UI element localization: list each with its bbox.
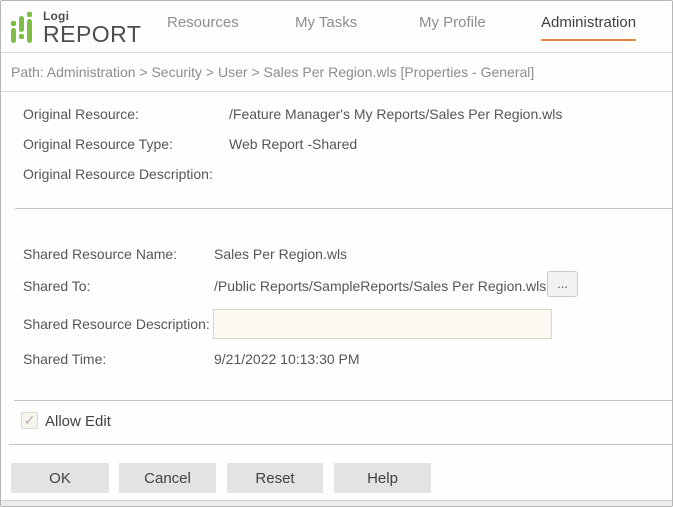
divider: [15, 208, 672, 209]
browse-button[interactable]: ...: [547, 271, 578, 297]
original-resource-type-label: Original Resource Type:: [23, 136, 173, 152]
shared-resource-description-label: Shared Resource Description:: [23, 316, 210, 332]
equalizer-logo-icon: [11, 12, 39, 46]
shared-description-input[interactable]: [213, 309, 552, 339]
shared-resource-name-value: Sales Per Region.wls: [214, 246, 348, 262]
breadcrumb-text: Path: Administration > Security > User >…: [11, 64, 535, 80]
divider: [14, 400, 672, 401]
logo-text-report: REPORT: [43, 21, 142, 47]
allow-edit-label: Allow Edit: [45, 413, 111, 430]
properties-general-page: Logi REPORT Resources My Tasks My Profil…: [0, 0, 673, 507]
ok-button[interactable]: OK: [11, 463, 109, 493]
top-navigation-bar: Logi REPORT Resources My Tasks My Profil…: [1, 1, 672, 52]
nav-tab-administration[interactable]: Administration: [541, 14, 637, 41]
nav-tab-my-tasks[interactable]: My Tasks: [295, 14, 357, 39]
logo-text: Logi REPORT: [43, 10, 141, 46]
original-resource-description-label: Original Resource Description:: [23, 166, 213, 182]
checkmark-icon: ✓: [23, 412, 36, 428]
original-resource-type-value: Web Report -Shared: [229, 136, 358, 152]
help-button[interactable]: Help: [334, 463, 431, 493]
horizontal-scrollbar-track[interactable]: [1, 500, 672, 506]
nav-tab-my-profile[interactable]: My Profile: [419, 14, 486, 39]
shared-time-label: Shared Time:: [23, 351, 107, 367]
allow-edit-checkbox[interactable]: ✓: [21, 412, 38, 429]
original-resource-value: /Feature Manager's My Reports/Sales Per …: [229, 106, 563, 122]
shared-time-value: 9/21/2022 10:13:30 PM: [214, 351, 360, 367]
reset-button[interactable]: Reset: [227, 463, 323, 493]
shared-to-value: /Public Reports/SampleReports/Sales Per …: [214, 278, 547, 294]
logi-report-logo: Logi REPORT: [11, 10, 141, 46]
shared-resource-name-label: Shared Resource Name:: [23, 246, 178, 262]
shared-to-label: Shared To:: [23, 278, 91, 294]
original-resource-label: Original Resource:: [23, 106, 139, 122]
divider: [9, 444, 672, 445]
breadcrumb: Path: Administration > Security > User >…: [1, 52, 672, 92]
cancel-button[interactable]: Cancel: [119, 463, 216, 493]
nav-tab-resources[interactable]: Resources: [167, 14, 239, 39]
